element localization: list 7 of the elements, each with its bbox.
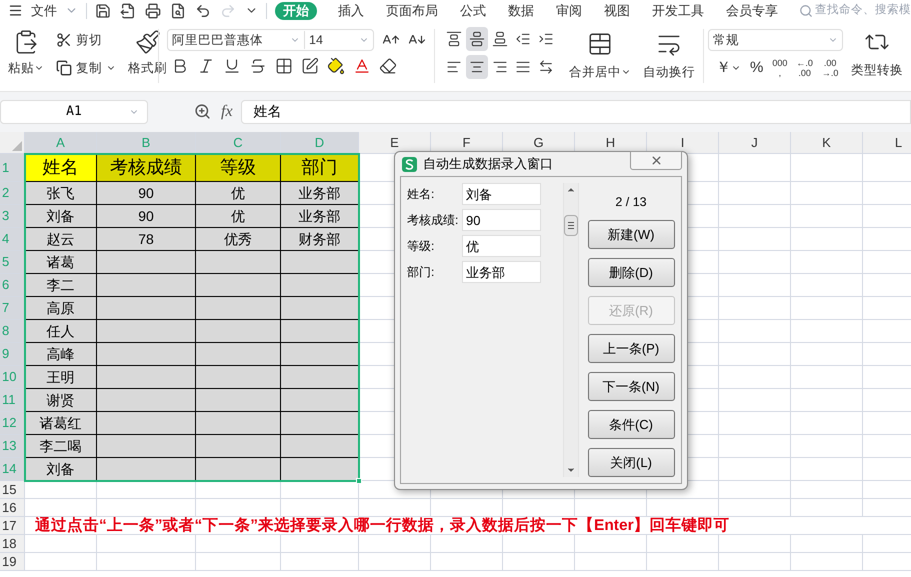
field-label: 姓名:: [407, 186, 436, 204]
field-label: 部门:: [407, 264, 436, 282]
record-counter: 2 / 13: [615, 194, 647, 212]
field-label: 等级:: [407, 238, 436, 256]
field-label: 考核成绩:: [407, 212, 460, 230]
instruction-note: 通过点击“上一条”或者“下一条”来选择要录入哪一行数据，录入数据后按一下【Enter】回车键即可: [25, 517, 911, 535]
dialog-title: 自动生成数据录入窗口: [423, 155, 553, 174]
